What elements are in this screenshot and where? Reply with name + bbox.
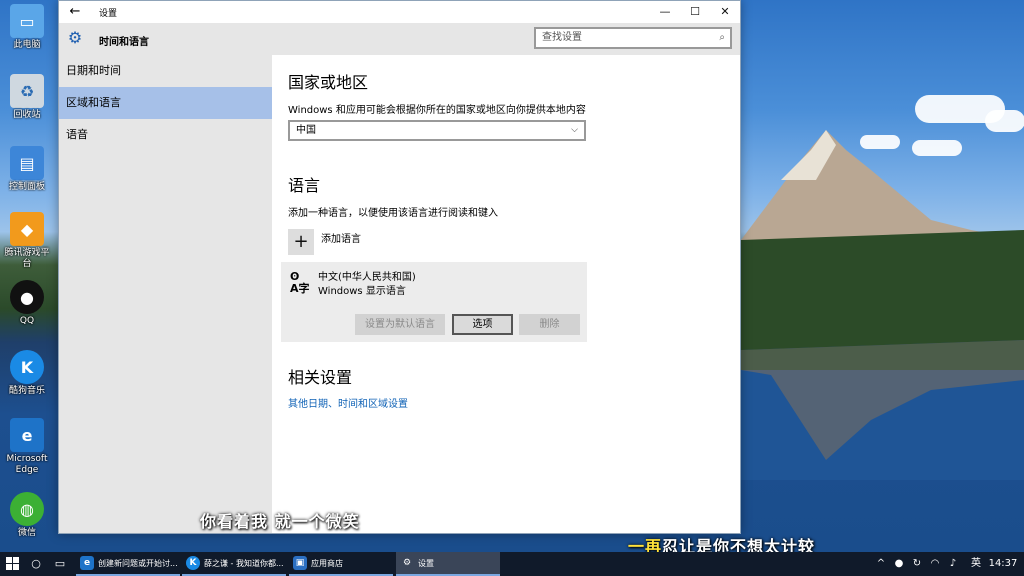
desktop-icon-label: 此电脑 — [13, 40, 41, 50]
desktop-icon-computer[interactable]: ▭ 此电脑 — [2, 4, 52, 51]
chevron-down-icon: ⌵ — [571, 125, 578, 135]
chevron-up-icon[interactable]: ^ — [874, 556, 888, 572]
language-heading: 语言 — [288, 176, 321, 195]
taskbar-item-label: 创建新问题或开始讨... — [98, 559, 178, 568]
desktop-icon-label: QQ — [19, 316, 35, 326]
search-input[interactable]: 查找设置 ⌕ — [534, 27, 732, 49]
taskbar-item-kugou[interactable]: K 薛之谦 - 我知道你都... — [182, 552, 286, 576]
sidebar-item-region-language[interactable]: 区域和语言 — [59, 87, 272, 119]
taskbar-item-edge[interactable]: e 创建新问题或开始讨... — [76, 552, 180, 576]
sidebar-item-speech[interactable]: 语音 — [59, 119, 272, 151]
close-button[interactable]: ✕ — [710, 1, 740, 23]
gear-icon: ⚙ — [67, 28, 83, 47]
search-icon[interactable]: ⌕ — [719, 29, 725, 47]
clock[interactable]: 14:37 — [988, 556, 1018, 572]
desktop-icon-kugou[interactable]: K 酷狗音乐 — [2, 350, 52, 397]
settings-window: ← 设置 — ☐ ✕ ⚙ 时间和语言 日期和时间 区域和语言 语音 查找设置 ⌕… — [58, 0, 741, 534]
taskbar-item-store[interactable]: ▣ 应用商店 — [289, 552, 393, 576]
cortana-icon[interactable]: ○ — [28, 556, 44, 572]
related-settings-link[interactable]: 其他日期、时间和区域设置 — [288, 395, 408, 410]
minimize-button[interactable]: — — [650, 1, 680, 23]
volume-icon[interactable]: ♪ — [946, 556, 960, 572]
set-default-button[interactable]: 设置为默认语言 — [355, 314, 445, 335]
options-button[interactable]: 选项 — [452, 314, 513, 335]
add-language-button[interactable]: + — [288, 229, 314, 255]
search-placeholder: 查找设置 — [542, 32, 582, 43]
edge-icon: e — [80, 556, 94, 570]
remove-button[interactable]: 删除 — [519, 314, 580, 335]
desktop-icon-tencent-games[interactable]: ◆ 腾讯游戏平台 — [2, 212, 52, 270]
language-subtitle: Windows 显示语言 — [318, 286, 406, 297]
title-bar[interactable]: ← 设置 — ☐ ✕ — [59, 1, 740, 23]
store-icon: ▣ — [293, 556, 307, 570]
language-description: 添加一种语言，以便使用该语言进行阅读和键入 — [288, 208, 498, 219]
wifi-icon[interactable]: ◠ — [928, 556, 942, 572]
back-arrow-icon[interactable]: ← — [65, 3, 85, 21]
header-bar: 查找设置 ⌕ — [272, 23, 740, 55]
desktop-icon-wechat[interactable]: ◍ 微信 — [2, 492, 52, 539]
region-description: Windows 和应用可能会根据你所在的国家或地区向你提供本地内容 — [288, 105, 586, 116]
maximize-button[interactable]: ☐ — [680, 1, 710, 23]
taskbar-item-settings[interactable]: ⚙ 设置 — [396, 552, 500, 576]
sidebar: ⚙ 时间和语言 日期和时间 区域和语言 语音 — [59, 23, 272, 533]
sidebar-item-date-time[interactable]: 日期和时间 — [59, 55, 272, 87]
language-item[interactable]: ʘ A字 中文(中华人民共和国) Windows 显示语言 设置为默认语言 选项 … — [281, 262, 587, 342]
taskbar-item-label: 薛之谦 - 我知道你都... — [204, 559, 284, 568]
task-view-icon[interactable]: ▭ — [52, 556, 68, 572]
edge-icon: e — [10, 418, 44, 452]
sync-icon[interactable]: ↻ — [910, 556, 924, 572]
qq-icon: ● — [10, 280, 44, 314]
computer-icon: ▭ — [10, 4, 44, 38]
tencent-games-icon: ◆ — [10, 212, 44, 246]
desktop-icon-recycle-bin[interactable]: ♻ 回收站 — [2, 74, 52, 121]
sidebar-header[interactable]: ⚙ 时间和语言 — [59, 23, 272, 55]
desktop-icon-label: Microsoft Edge — [6, 454, 48, 475]
kugou-icon: K — [186, 556, 200, 570]
related-heading: 相关设置 — [288, 368, 353, 387]
desktop-icon-label: 酷狗音乐 — [8, 386, 45, 396]
mountain-landscape — [741, 130, 1024, 480]
add-language-label[interactable]: 添加语言 — [321, 230, 361, 245]
country-select[interactable]: 中国 ⌵ — [288, 120, 586, 141]
desktop-icon-edge[interactable]: e Microsoft Edge — [2, 418, 52, 476]
taskbar-item-label: 设置 — [418, 559, 434, 568]
windows-start-icon[interactable] — [6, 557, 20, 571]
window-title: 设置 — [99, 9, 118, 19]
taskbar: ○ ▭ e 创建新问题或开始讨... K 薛之谦 - 我知道你都... ▣ 应用… — [0, 552, 1024, 576]
language-name: 中文(中华人民共和国) — [318, 272, 416, 283]
desktop-icon-label: 腾讯游戏平台 — [4, 248, 50, 269]
control-panel-icon: ▤ — [10, 146, 44, 180]
country-select-value: 中国 — [296, 125, 316, 136]
desktop-icon-label: 微信 — [17, 528, 36, 538]
main-content: 国家或地区 Windows 和应用可能会根据你所在的国家或地区向你提供本地内容 … — [272, 55, 740, 533]
recycle-bin-icon: ♻ — [10, 74, 44, 108]
ime-indicator[interactable]: 英 — [966, 556, 986, 572]
desktop-icon-label: 控制面板 — [8, 182, 45, 192]
wechat-icon: ◍ — [10, 492, 44, 526]
subtitle-line-1: 你看着我 就一个微笑 — [200, 512, 360, 531]
gear-icon: ⚙ — [402, 558, 412, 568]
kugou-icon: K — [10, 350, 44, 384]
language-icon: ʘ A字 — [290, 270, 310, 295]
desktop-icon-label: 回收站 — [13, 110, 41, 120]
sidebar-title: 时间和语言 — [99, 37, 149, 48]
desktop-icon-control-panel[interactable]: ▤ 控制面板 — [2, 146, 52, 193]
region-heading: 国家或地区 — [288, 73, 369, 92]
taskbar-item-label: 应用商店 — [311, 559, 343, 568]
kugou-tray-icon[interactable]: ● — [892, 556, 906, 572]
desktop-icon-qq[interactable]: ● QQ — [2, 280, 52, 327]
